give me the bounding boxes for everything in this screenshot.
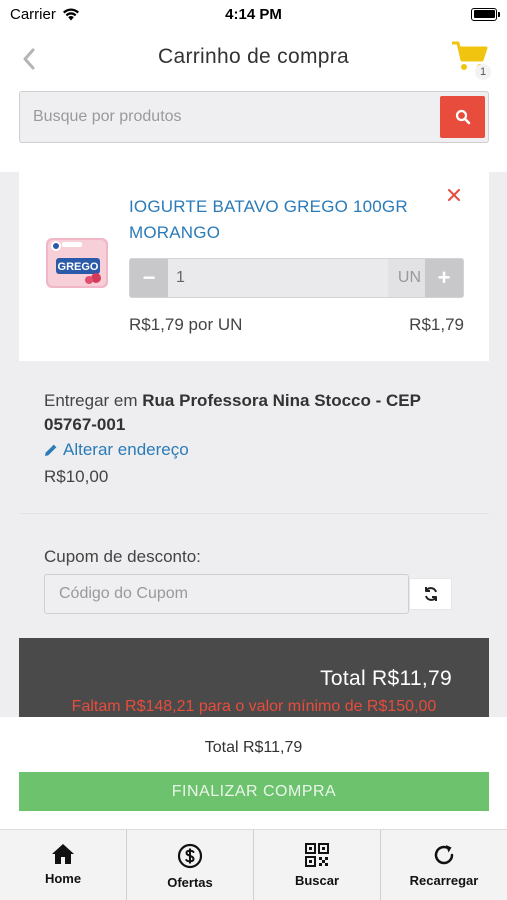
- tab-ofertas[interactable]: Ofertas: [127, 830, 254, 900]
- tab-label: Home: [44, 871, 82, 886]
- delivery-address: Entregar em Rua Professora Nina Stocco -…: [44, 389, 444, 437]
- cart-count-badge: 1: [475, 64, 491, 80]
- tab-label: Recarregar: [409, 873, 479, 888]
- remove-item-button[interactable]: [443, 184, 465, 206]
- checkout-button[interactable]: FINALIZAR COMPRA: [19, 772, 489, 811]
- footer-total: Total R$11,79: [204, 739, 303, 756]
- coupon-input[interactable]: [44, 574, 409, 614]
- minimum-order-warning: Faltam R$148,21 para o valor mínimo de R…: [71, 698, 437, 715]
- page-title: Carrinho de compra: [158, 45, 349, 68]
- search-bar: [19, 91, 489, 143]
- qr-code-icon: [305, 843, 329, 867]
- checkout-footer: Total R$11,79 FINALIZAR COMPRA: [0, 717, 507, 829]
- coupon-section: Cupom de desconto:: [19, 514, 489, 638]
- dollar-circle-icon: [177, 843, 203, 869]
- product-name[interactable]: IOGURTE BATAVO GREGO 100GR MORANGO: [129, 194, 429, 246]
- header: Carrinho de compra 1: [0, 28, 507, 90]
- delivery-section: Entregar em Rua Professora Nina Stocco -…: [19, 361, 489, 514]
- home-icon: [52, 844, 74, 864]
- tab-recarregar[interactable]: Recarregar: [381, 830, 507, 900]
- plus-icon: +: [437, 265, 451, 290]
- increase-quantity-button[interactable]: +: [425, 259, 463, 297]
- product-image-label: GREGO: [58, 261, 99, 273]
- refresh-icon: [424, 587, 437, 601]
- quantity-unit: UN: [397, 269, 421, 286]
- search-button[interactable]: [440, 96, 485, 138]
- quantity-stepper: − 1 UN +: [129, 258, 464, 298]
- pencil-icon: [45, 444, 57, 456]
- wifi-icon: [62, 7, 79, 20]
- cart-content: GREGO IOGURTE BATAVO GREGO 100GR MORANGO…: [0, 172, 507, 717]
- cart-button[interactable]: 1: [451, 40, 491, 82]
- search-icon: [455, 109, 470, 125]
- tab-bar: Home Ofertas Buscar Recarregar: [0, 829, 507, 900]
- product-image: GREGO: [44, 232, 110, 292]
- change-address-label: Alterar endereço: [63, 440, 189, 459]
- refresh-icon: [434, 845, 454, 865]
- tab-label: Buscar: [294, 873, 340, 888]
- search-input[interactable]: [20, 92, 438, 142]
- coupon-label: Cupom de desconto:: [44, 547, 201, 566]
- change-address-link[interactable]: Alterar endereço: [44, 440, 189, 460]
- delivery-fee: R$10,00: [44, 467, 109, 486]
- tab-buscar[interactable]: Buscar: [254, 830, 381, 900]
- decrease-quantity-button[interactable]: −: [130, 259, 168, 297]
- line-total: R$1,79: [409, 315, 464, 334]
- close-icon: [448, 189, 460, 201]
- minus-icon: −: [142, 265, 156, 290]
- order-summary: Total R$11,79 Faltam R$148,21 para o val…: [19, 638, 489, 717]
- carrier-label: Carrier: [10, 5, 56, 23]
- tab-label: Ofertas: [167, 875, 213, 890]
- unit-price: R$1,79 por UN: [129, 315, 243, 334]
- order-total: Total R$11,79: [320, 667, 452, 690]
- status-bar: Carrier 4:14 PM: [0, 0, 507, 28]
- delivery-prefix: Entregar em: [44, 391, 143, 410]
- quantity-input[interactable]: 1: [168, 259, 388, 297]
- cart-item: GREGO IOGURTE BATAVO GREGO 100GR MORANGO…: [19, 172, 489, 361]
- apply-coupon-button[interactable]: [409, 578, 452, 610]
- tab-home[interactable]: Home: [0, 830, 127, 900]
- battery-icon: [471, 7, 500, 21]
